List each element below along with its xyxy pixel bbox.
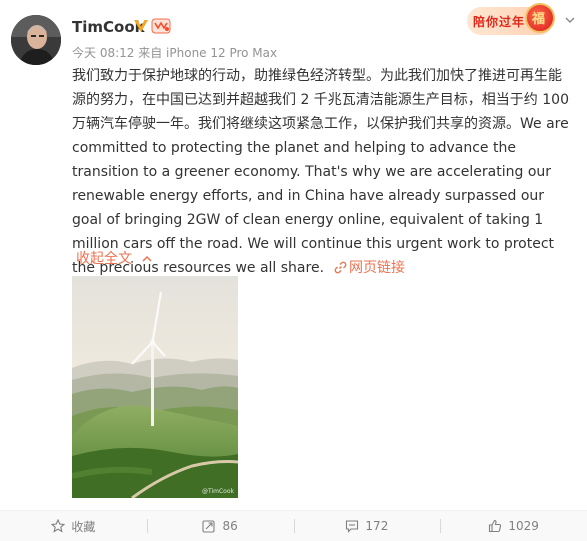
favorite-button[interactable]: 收藏 <box>0 511 147 541</box>
avatar-image <box>11 15 61 65</box>
collapse-label: 收起全文 <box>76 251 132 267</box>
comment-count: 172 <box>365 519 389 533</box>
repost-count: 86 <box>222 519 238 533</box>
thumbs-up-icon <box>489 519 502 533</box>
post-image[interactable]: @TimCook <box>72 276 238 498</box>
chevron-up-icon <box>142 255 152 262</box>
post-meta: 今天 08:12 来自 iPhone 12 Pro Max <box>72 44 277 61</box>
promo-label: 陪你过年 <box>473 15 526 29</box>
avatar[interactable] <box>11 15 61 65</box>
vip-member-icon[interactable] <box>151 18 171 34</box>
weibo-post: TimCook 今天 08:12 来自 iPhone 12 Pro Max 陪你… <box>0 0 587 541</box>
lantern-badge-text: 福 <box>532 12 546 27</box>
repost-icon <box>202 520 216 533</box>
post-text: 我们致力于保护地球的行动，助推绿色经济转型。为此我们加快了推进可再生能源的努力，… <box>72 68 569 276</box>
collapse-full-text-button[interactable]: 收起全文 <box>76 248 152 268</box>
wind-turbine-photo <box>72 276 238 498</box>
like-button[interactable]: 1029 <box>440 511 587 541</box>
chevron-down-icon[interactable] <box>565 15 575 25</box>
link-icon <box>334 261 347 274</box>
web-link[interactable]: 网页链接 <box>324 260 405 276</box>
lantern-icon[interactable]: 福 <box>525 3 555 33</box>
image-watermark: @TimCook <box>202 488 234 495</box>
comment-icon <box>346 520 359 533</box>
repost-button[interactable]: 86 <box>146 511 294 541</box>
post-timestamp[interactable]: 今天 08:12 <box>72 46 134 60</box>
verified-badge-icon <box>134 20 148 32</box>
action-bar: 收藏 86 172 1029 <box>0 511 587 541</box>
web-link-label: 网页链接 <box>349 260 406 276</box>
post-source: 来自 iPhone 12 Pro Max <box>138 46 278 60</box>
favorite-label: 收藏 <box>71 519 96 534</box>
star-icon <box>51 519 66 533</box>
like-count: 1029 <box>508 519 539 533</box>
comment-button[interactable]: 172 <box>293 511 441 541</box>
